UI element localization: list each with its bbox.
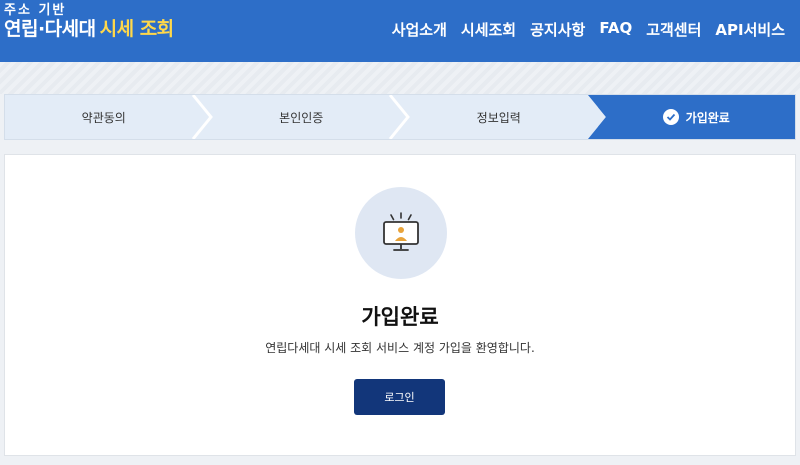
- site-logo[interactable]: 주소 기반 연립·다세대 시세 조회: [4, 4, 174, 39]
- step-label: 본인인증: [279, 110, 324, 125]
- welcome-message: 연립다세대 시세 조회 서비스 계정 가입을 환영합니다.: [265, 341, 535, 355]
- step-terms: 약관동의: [5, 95, 213, 139]
- main-nav: 사업소개 시세조회 공지사항 FAQ 고객센터 API서비스: [385, 19, 792, 40]
- signup-stepper: 약관동의 본인인증 정보입력 가입완료: [4, 94, 796, 140]
- step-label: 가입완료: [685, 110, 730, 125]
- login-button[interactable]: 로그인: [354, 379, 445, 415]
- logo-title: 연립·다세대 시세 조회: [4, 18, 174, 40]
- step-label: 정보입력: [476, 110, 521, 125]
- nav-item-notices[interactable]: 공지사항: [523, 19, 592, 40]
- step-label: 약관동의: [81, 110, 126, 125]
- step-chevron-icon: [191, 95, 213, 139]
- step-chevron-icon: [388, 95, 410, 139]
- check-circle-icon: [662, 109, 679, 125]
- logo-title-accent: 시세 조회: [99, 18, 175, 40]
- nav-item-price-search[interactable]: 시세조회: [454, 19, 523, 40]
- completion-card: 가입완료 연립다세대 시세 조회 서비스 계정 가입을 환영합니다. 로그인: [4, 154, 796, 456]
- monitor-user-icon: [355, 187, 447, 279]
- logo-title-main: 연립·다세대: [4, 18, 96, 40]
- step-info-input: 정보입력: [400, 95, 612, 139]
- step-complete: 가입완료: [597, 95, 795, 139]
- step-chevron-icon: [583, 95, 612, 139]
- logo-subtitle: 주소 기반: [4, 3, 67, 18]
- page-title: 가입완료: [361, 305, 439, 329]
- nav-item-support[interactable]: 고객센터: [639, 19, 708, 40]
- step-verification: 본인인증: [203, 95, 410, 139]
- site-header: 주소 기반 연립·다세대 시세 조회 사업소개 시세조회 공지사항 FAQ 고객센…: [0, 0, 800, 62]
- nav-item-business[interactable]: 사업소개: [385, 19, 454, 40]
- nav-item-faq[interactable]: FAQ: [592, 19, 639, 40]
- decorative-strip: [0, 62, 800, 94]
- nav-item-api[interactable]: API서비스: [708, 19, 792, 40]
